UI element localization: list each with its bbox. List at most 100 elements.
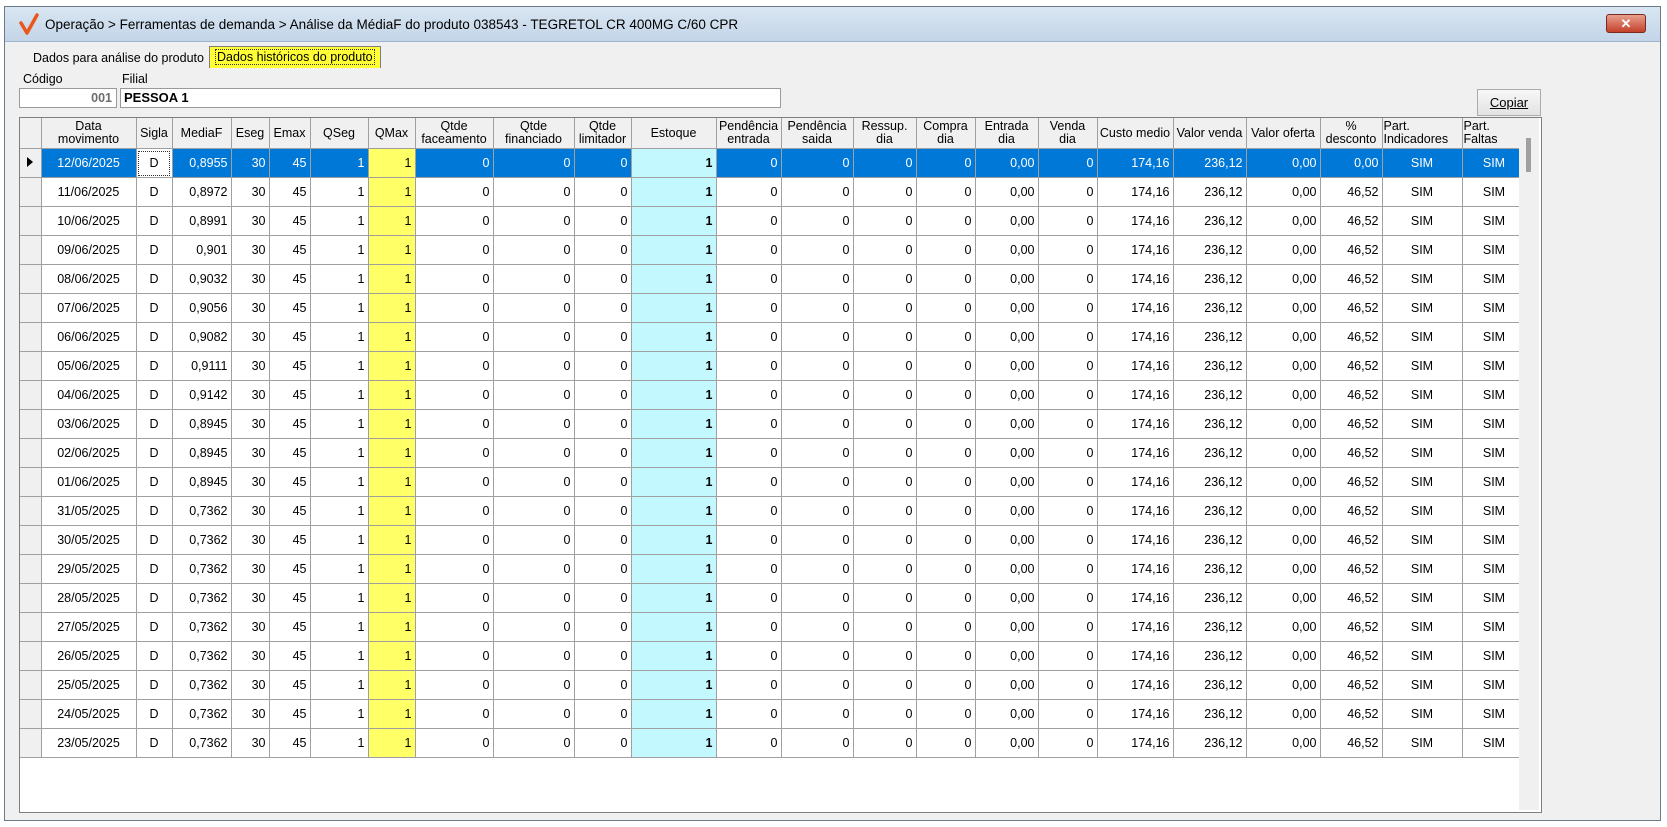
cell-compra-dia[interactable]: 0 — [916, 670, 976, 700]
cell-percent-desconto[interactable]: 46,52 — [1320, 438, 1383, 468]
cell-valor-venda[interactable]: 236,12 — [1173, 728, 1247, 758]
header-percent-desconto[interactable]: % desconto — [1320, 118, 1383, 149]
cell-qtde-limitador[interactable]: 0 — [574, 148, 632, 178]
cell-sigla[interactable]: D — [136, 525, 173, 555]
cell-part-indicadores[interactable]: SIM — [1382, 728, 1463, 758]
header-compra-dia[interactable]: Compra dia — [916, 118, 976, 149]
cell-pendencia-saida[interactable]: 0 — [781, 293, 854, 323]
cell-pendencia-saida[interactable]: 0 — [781, 351, 854, 381]
cell-qtde-limitador[interactable]: 0 — [574, 380, 632, 410]
cell-qseg[interactable]: 1 — [310, 583, 369, 613]
cell-qmax[interactable]: 1 — [368, 554, 416, 584]
cell-part-indicadores[interactable]: SIM — [1382, 409, 1463, 439]
cell-mediaf[interactable]: 0,7362 — [172, 641, 232, 671]
cell-qtde-financiado[interactable]: 0 — [493, 699, 575, 729]
cell-eseg[interactable]: 30 — [231, 409, 270, 439]
cell-qtde-limitador[interactable]: 0 — [574, 438, 632, 468]
header-estoque[interactable]: Estoque — [631, 118, 717, 149]
cell-qseg[interactable]: 1 — [310, 699, 369, 729]
cell-compra-dia[interactable]: 0 — [916, 380, 976, 410]
cell-qtde-limitador[interactable]: 0 — [574, 496, 632, 526]
cell-pendencia-entrada[interactable]: 0 — [716, 438, 782, 468]
cell-qseg[interactable]: 1 — [310, 438, 369, 468]
cell-valor-oferta[interactable]: 0,00 — [1246, 264, 1321, 294]
cell-qmax[interactable]: 1 — [368, 235, 416, 265]
cell-part-indicadores[interactable]: SIM — [1382, 612, 1463, 642]
cell-qtde-faceamento[interactable]: 0 — [415, 206, 494, 236]
header-qtde-limitador[interactable]: Qtde limitador — [574, 118, 632, 149]
cell-valor-venda[interactable]: 236,12 — [1173, 467, 1247, 497]
table-row[interactable]: 12/06/2025 D 0,8955 30 45 1 1 0 0 0 1 0 0 0 0 0,00 0 174,… — [20, 148, 1527, 178]
cell-qtde-financiado[interactable]: 0 — [493, 148, 575, 178]
cell-qmax[interactable]: 1 — [368, 438, 416, 468]
cell-estoque[interactable]: 1 — [631, 554, 717, 584]
cell-percent-desconto[interactable]: 46,52 — [1320, 177, 1383, 207]
cell-qtde-faceamento[interactable]: 0 — [415, 380, 494, 410]
cell-sigla[interactable]: D — [136, 235, 173, 265]
cell-custo-medio[interactable]: 174,16 — [1097, 235, 1174, 265]
cell-part-faltas[interactable]: SIM — [1462, 525, 1527, 555]
cell-qtde-limitador[interactable]: 0 — [574, 670, 632, 700]
cell-compra-dia[interactable]: 0 — [916, 177, 976, 207]
cell-valor-venda[interactable]: 236,12 — [1173, 148, 1247, 178]
cell-qtde-faceamento[interactable]: 0 — [415, 322, 494, 352]
cell-qtde-limitador[interactable]: 0 — [574, 177, 632, 207]
cell-qseg[interactable]: 1 — [310, 322, 369, 352]
cell-custo-medio[interactable]: 174,16 — [1097, 525, 1174, 555]
cell-venda-dia[interactable]: 0 — [1038, 467, 1098, 497]
cell-qtde-faceamento[interactable]: 0 — [415, 438, 494, 468]
cell-qtde-financiado[interactable]: 0 — [493, 235, 575, 265]
cell-percent-desconto[interactable]: 0,00 — [1320, 148, 1383, 178]
cell-data-movimento[interactable]: 08/06/2025 — [41, 264, 137, 294]
cell-pendencia-entrada[interactable]: 0 — [716, 583, 782, 613]
header-part-indicadores[interactable]: Part. Indicadores — [1382, 118, 1463, 149]
cell-percent-desconto[interactable]: 46,52 — [1320, 728, 1383, 758]
cell-pendencia-saida[interactable]: 0 — [781, 148, 854, 178]
cell-ressup-dia[interactable]: 0 — [853, 409, 917, 439]
cell-compra-dia[interactable]: 0 — [916, 235, 976, 265]
cell-compra-dia[interactable]: 0 — [916, 496, 976, 526]
cell-valor-venda[interactable]: 236,12 — [1173, 554, 1247, 584]
cell-estoque[interactable]: 1 — [631, 699, 717, 729]
cell-qtde-limitador[interactable]: 0 — [574, 206, 632, 236]
cell-compra-dia[interactable]: 0 — [916, 351, 976, 381]
cell-estoque[interactable]: 1 — [631, 496, 717, 526]
cell-pendencia-saida[interactable]: 0 — [781, 699, 854, 729]
cell-emax[interactable]: 45 — [269, 322, 311, 352]
row-indicator[interactable] — [20, 380, 42, 410]
cell-part-indicadores[interactable]: SIM — [1382, 235, 1463, 265]
cell-part-faltas[interactable]: SIM — [1462, 322, 1527, 352]
cell-compra-dia[interactable]: 0 — [916, 728, 976, 758]
cell-mediaf[interactable]: 0,9082 — [172, 322, 232, 352]
cell-mediaf[interactable]: 0,9111 — [172, 351, 232, 381]
cell-venda-dia[interactable]: 0 — [1038, 583, 1098, 613]
cell-qtde-faceamento[interactable]: 0 — [415, 525, 494, 555]
cell-percent-desconto[interactable]: 46,52 — [1320, 670, 1383, 700]
cell-pendencia-entrada[interactable]: 0 — [716, 322, 782, 352]
header-qseg[interactable]: QSeg — [310, 118, 369, 149]
header-mediaf[interactable]: MediaF — [172, 118, 232, 149]
cell-valor-oferta[interactable]: 0,00 — [1246, 728, 1321, 758]
cell-estoque[interactable]: 1 — [631, 525, 717, 555]
cell-qseg[interactable]: 1 — [310, 351, 369, 381]
cell-eseg[interactable]: 30 — [231, 177, 270, 207]
cell-ressup-dia[interactable]: 0 — [853, 496, 917, 526]
cell-percent-desconto[interactable]: 46,52 — [1320, 409, 1383, 439]
table-row[interactable]: 26/05/2025 D 0,7362 30 45 1 1 0 0 0 1 0 0 0 0 0,00 0 174,… — [20, 641, 1527, 671]
cell-data-movimento[interactable]: 05/06/2025 — [41, 351, 137, 381]
cell-part-faltas[interactable]: SIM — [1462, 554, 1527, 584]
cell-entrada-dia[interactable]: 0,00 — [975, 177, 1039, 207]
cell-pendencia-saida[interactable]: 0 — [781, 380, 854, 410]
cell-data-movimento[interactable]: 25/05/2025 — [41, 670, 137, 700]
row-indicator[interactable] — [20, 235, 42, 265]
cell-data-movimento[interactable]: 11/06/2025 — [41, 177, 137, 207]
cell-qmax[interactable]: 1 — [368, 728, 416, 758]
cell-qtde-limitador[interactable]: 0 — [574, 641, 632, 671]
cell-compra-dia[interactable]: 0 — [916, 467, 976, 497]
cell-ressup-dia[interactable]: 0 — [853, 467, 917, 497]
cell-estoque[interactable]: 1 — [631, 612, 717, 642]
cell-estoque[interactable]: 1 — [631, 438, 717, 468]
cell-qmax[interactable]: 1 — [368, 409, 416, 439]
cell-ressup-dia[interactable]: 0 — [853, 525, 917, 555]
cell-percent-desconto[interactable]: 46,52 — [1320, 235, 1383, 265]
